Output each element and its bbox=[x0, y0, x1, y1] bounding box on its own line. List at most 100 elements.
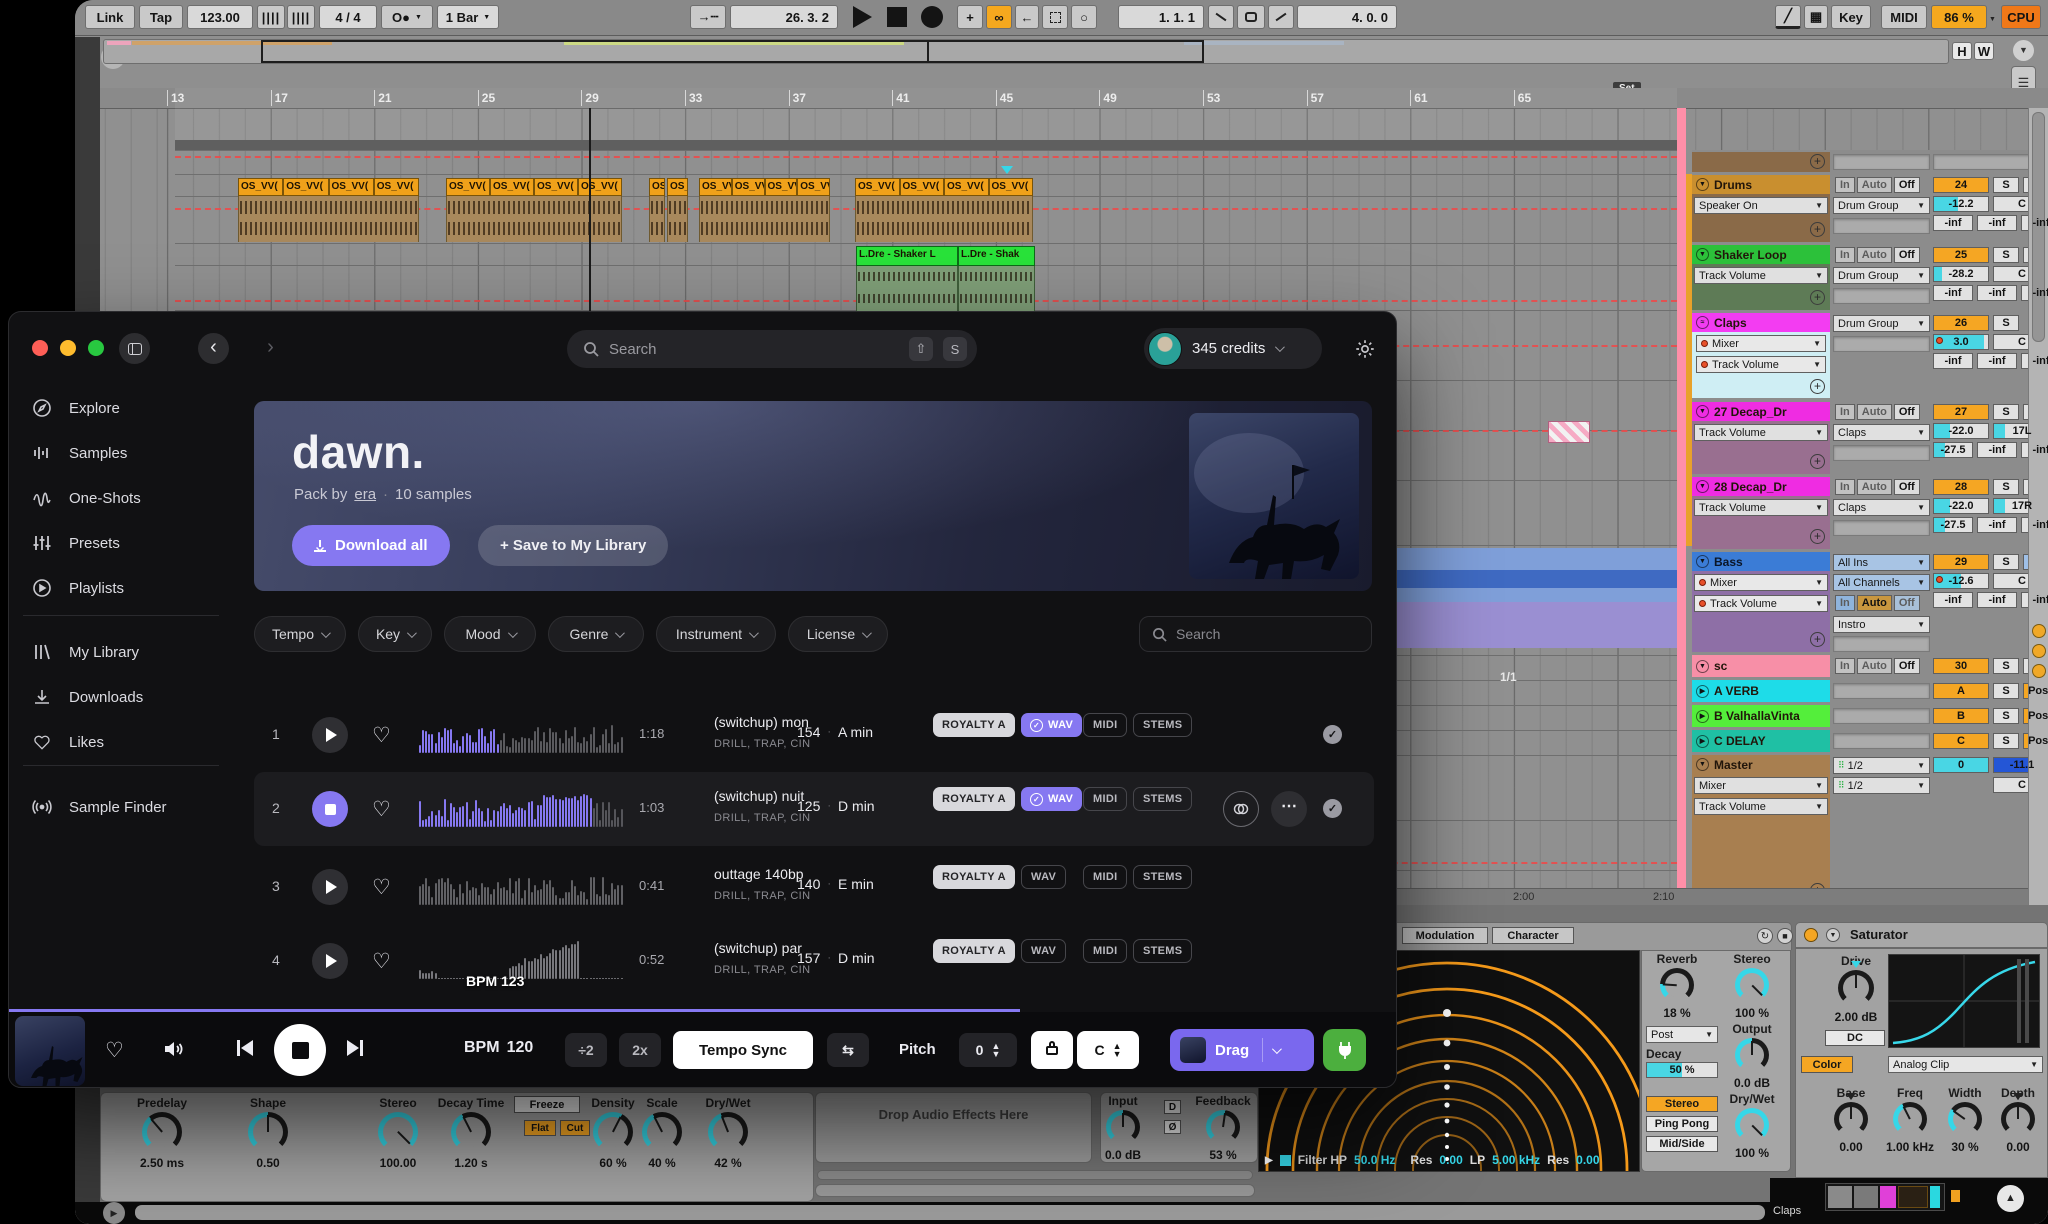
audio-clip-header[interactable]: OS_VV( bbox=[944, 178, 989, 196]
global-search-bar[interactable]: Search ⇧ S bbox=[567, 330, 977, 368]
monitor-buttons[interactable]: InAutoOff bbox=[1835, 595, 1920, 611]
next-track-button[interactable] bbox=[347, 1040, 363, 1056]
add-automation-button[interactable]: + bbox=[1810, 290, 1825, 305]
volume-button[interactable] bbox=[161, 1037, 185, 1066]
key-select-stepper[interactable]: C▲▼ bbox=[1077, 1031, 1139, 1069]
solo-button[interactable]: S bbox=[1993, 315, 2019, 331]
stop-button[interactable] bbox=[887, 7, 907, 27]
pack-author-link[interactable]: era bbox=[354, 486, 376, 503]
monitor-buttons[interactable]: InAutoOff bbox=[1835, 658, 1920, 674]
filter-active-icon[interactable] bbox=[1280, 1155, 1291, 1166]
badge-midi[interactable]: MIDI bbox=[1083, 865, 1127, 889]
audio-clip-header[interactable]: OS_VV( bbox=[900, 178, 945, 196]
badge-royalty-a[interactable]: ROYALTY A bbox=[933, 865, 1015, 889]
similar-sounds-button[interactable] bbox=[1223, 791, 1259, 827]
arrangement-position-field[interactable]: 26. 3. 2 bbox=[730, 5, 838, 29]
monitor-buttons[interactable]: InAutoOff bbox=[1835, 177, 1920, 193]
solo-button[interactable]: S bbox=[1993, 733, 2019, 749]
echo-drywet-knob[interactable] bbox=[1735, 1108, 1769, 1142]
track-number[interactable]: 30 bbox=[1933, 658, 1989, 674]
nav-forward-button[interactable]: › bbox=[255, 333, 286, 364]
row-like-button[interactable]: ♡ bbox=[372, 949, 391, 974]
sidebar-item-one-shots[interactable]: One-Shots bbox=[31, 483, 141, 513]
param-dropdown[interactable]: Track Volume▼ bbox=[1694, 798, 1828, 815]
monitor-buttons[interactable]: InAutoOff bbox=[1835, 404, 1920, 420]
audio-clip-body[interactable] bbox=[649, 196, 665, 242]
param-dropdown[interactable]: ⠿1/2▼ bbox=[1833, 757, 1930, 774]
metronome-button[interactable]: O●▼ bbox=[381, 5, 433, 29]
add-automation-button[interactable]: + bbox=[1810, 222, 1825, 237]
badge-wav[interactable]: WAV bbox=[1021, 939, 1066, 963]
reverb-drywet-knob[interactable] bbox=[708, 1112, 748, 1152]
echo-sync-icon[interactable]: ↻ bbox=[1757, 928, 1773, 944]
badge-stems[interactable]: STEMS bbox=[1133, 713, 1192, 737]
meter-field[interactable]: -inf bbox=[2021, 517, 2048, 533]
nav-back-button[interactable]: ‹ bbox=[198, 333, 229, 364]
track-number[interactable]: 28 bbox=[1933, 479, 1989, 495]
track-row-stub[interactable]: + bbox=[1692, 152, 2048, 172]
audio-clip-body[interactable] bbox=[667, 196, 688, 242]
freeze-button[interactable]: Freeze bbox=[514, 1096, 580, 1113]
row-like-button[interactable]: ♡ bbox=[372, 797, 391, 822]
track-number[interactable]: 29 bbox=[1933, 554, 1989, 570]
device-fold-icon[interactable]: ▼ bbox=[1826, 928, 1840, 942]
fold-arrow-icon[interactable]: ▼ bbox=[1696, 480, 1709, 493]
drag-button[interactable]: Drag bbox=[1170, 1029, 1314, 1071]
show-linked-tracks-button-h[interactable]: H bbox=[1952, 42, 1972, 60]
crossfade-dot-2[interactable] bbox=[2032, 644, 2046, 658]
echo-tab-character[interactable]: Character bbox=[1492, 927, 1574, 944]
key-lock-button[interactable] bbox=[1031, 1031, 1073, 1069]
add-automation-button[interactable]: + bbox=[1810, 379, 1825, 394]
punch-out-button[interactable] bbox=[1268, 5, 1294, 29]
more-options-button[interactable]: ⋯ bbox=[1271, 791, 1307, 827]
back-to-arrangement-button[interactable]: ← bbox=[1015, 5, 1039, 29]
track-number[interactable]: 24 bbox=[1933, 177, 1989, 193]
meter-field[interactable]: -27.5 bbox=[1933, 442, 1973, 458]
double-tempo-button[interactable]: 2x bbox=[619, 1033, 661, 1067]
row-like-button[interactable]: ♡ bbox=[372, 723, 391, 748]
post-button[interactable]: Post bbox=[2023, 683, 2048, 699]
overview-view-box[interactable] bbox=[261, 40, 1204, 63]
param-dropdown[interactable]: Track Volume▼ bbox=[1696, 356, 1826, 373]
master-volume[interactable]: 0 bbox=[1933, 757, 1989, 773]
reverb-predelay-knob[interactable] bbox=[142, 1112, 182, 1152]
solo-button[interactable]: S bbox=[1993, 247, 2019, 263]
credits-menu[interactable]: 345 credits bbox=[1144, 328, 1322, 369]
time-signature-field[interactable]: 4 / 4 bbox=[319, 5, 377, 29]
device-chain-minimap[interactable] bbox=[1825, 1183, 1945, 1211]
row-play-button[interactable] bbox=[312, 717, 348, 753]
param-dropdown[interactable]: All Ins▼ bbox=[1833, 554, 1930, 571]
download-all-button[interactable]: Download all bbox=[292, 525, 450, 566]
param-dropdown[interactable]: Mixer▼ bbox=[1694, 777, 1828, 794]
solo-button[interactable]: S bbox=[1993, 404, 2019, 420]
settings-gear-button[interactable] bbox=[1347, 331, 1383, 367]
echo-tab-modulation[interactable]: Modulation bbox=[1402, 927, 1488, 944]
monitor-in[interactable]: In bbox=[1835, 247, 1855, 263]
player-like-button[interactable]: ♡ bbox=[105, 1038, 124, 1063]
meter-field[interactable]: -inf bbox=[1933, 353, 1973, 369]
fold-arrow-icon[interactable]: ▼ bbox=[1696, 178, 1709, 191]
echo-mode-midside[interactable]: Mid/Side bbox=[1646, 1136, 1718, 1152]
echo-output-knob[interactable] bbox=[1735, 1038, 1769, 1072]
badge-wav[interactable]: ✓WAV bbox=[1021, 787, 1082, 811]
meter-field[interactable]: -inf bbox=[2021, 285, 2048, 301]
badge-midi[interactable]: MIDI bbox=[1083, 939, 1127, 963]
play-fold-icon[interactable]: ▶ bbox=[1696, 735, 1709, 748]
sample-row[interactable]: 2♡1:03(switchup) nuitDRILL, TRAP, CIN125… bbox=[254, 772, 1374, 846]
sat-width-knob[interactable] bbox=[1948, 1102, 1982, 1136]
volume-field[interactable]: 3.0 bbox=[1933, 334, 1989, 350]
sat-depth-knob[interactable] bbox=[2001, 1102, 2035, 1136]
track-header[interactable]: ▶C DELAY bbox=[1692, 730, 1830, 752]
track-number[interactable]: 25 bbox=[1933, 247, 1989, 263]
monitor-in[interactable]: In bbox=[1835, 658, 1855, 674]
monitor-off[interactable]: Off bbox=[1894, 658, 1920, 674]
new-midi-clip-button[interactable]: + bbox=[957, 5, 983, 29]
filter-play-icon[interactable]: ▶ bbox=[1265, 1155, 1273, 1166]
badge-royalty-a[interactable]: ROYALTY A bbox=[933, 787, 1015, 811]
sat-freq-knob[interactable] bbox=[1893, 1102, 1927, 1136]
sample-row[interactable]: 4♡0:52(switchup) parDRILL, TRAP, CIN157·… bbox=[254, 924, 1374, 998]
meter-field[interactable]: -inf bbox=[1977, 215, 2017, 231]
track-row-28 Decap_Dr[interactable]: ▼28 Decap_DrTrack Volume▼+InAutoOffClaps… bbox=[1692, 477, 2048, 549]
audio-clip-body[interactable] bbox=[446, 196, 622, 242]
crossfade-dot-3[interactable] bbox=[2032, 664, 2046, 678]
